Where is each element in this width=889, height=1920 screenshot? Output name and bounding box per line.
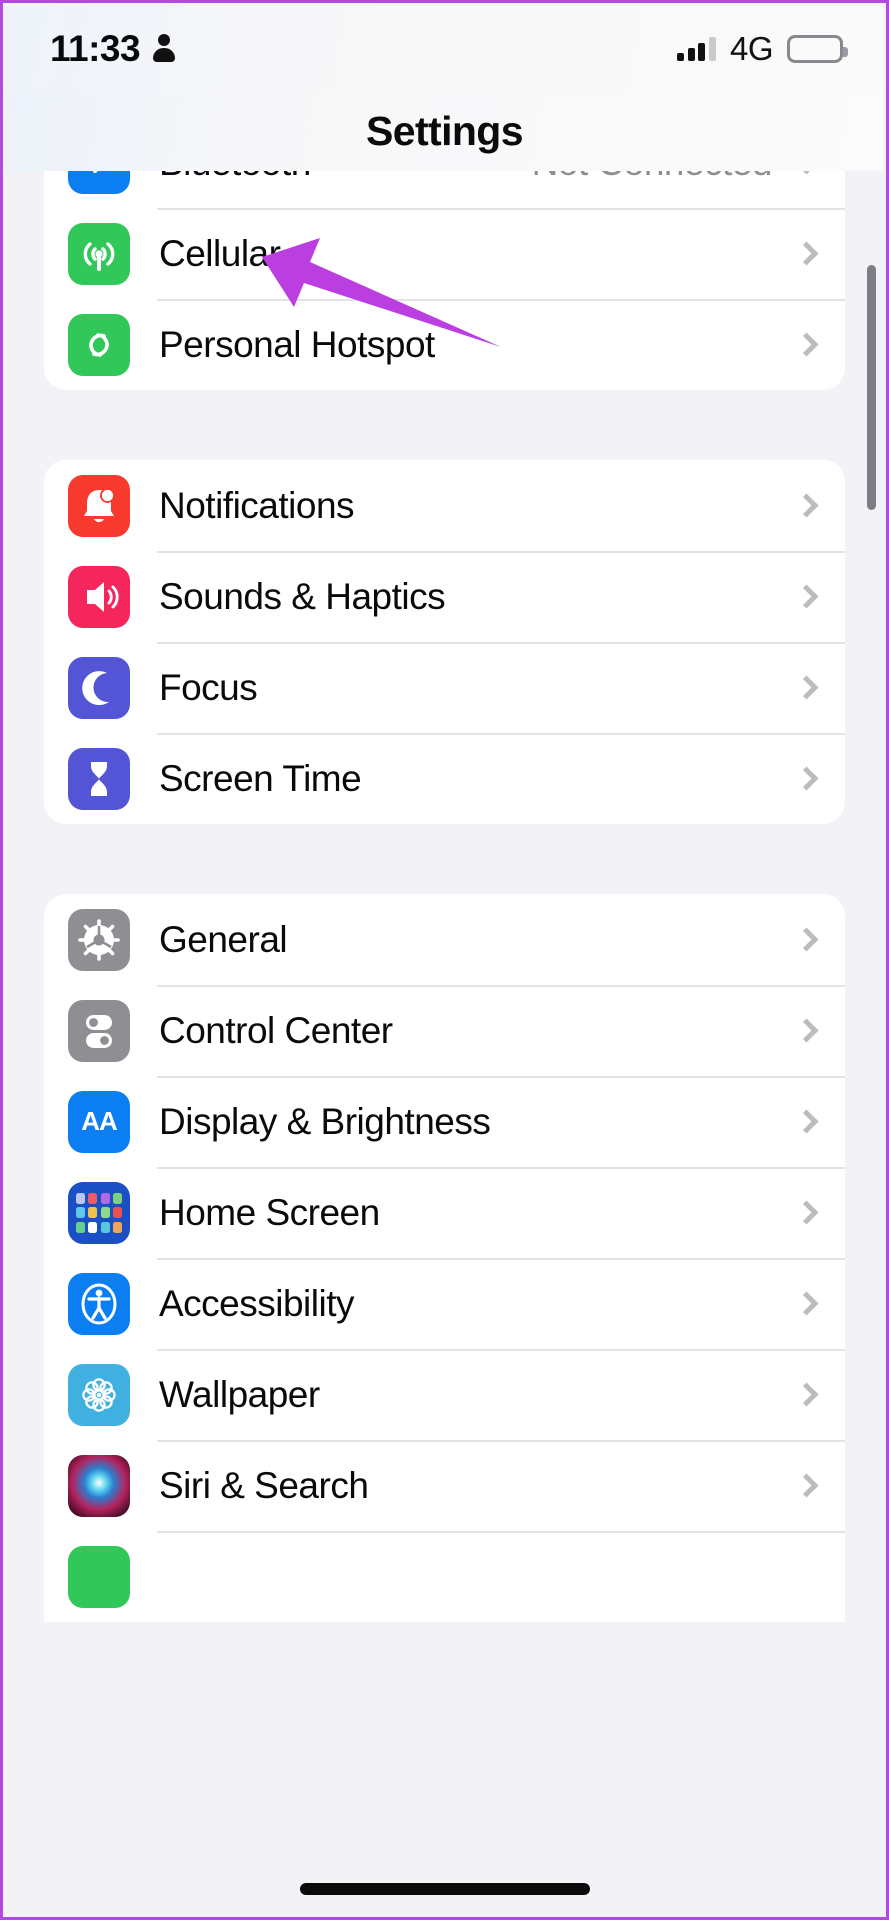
list-item[interactable]: Screen Time <box>44 733 845 824</box>
person-icon <box>153 34 175 64</box>
list-item-label: Notifications <box>159 485 772 527</box>
vertical-scrollbar[interactable] <box>867 265 876 510</box>
chevron-right-icon <box>794 332 818 356</box>
list-item-label: Cellular <box>159 233 772 275</box>
list-item[interactable]: Notifications <box>44 460 845 551</box>
list-item[interactable]: Siri & Search <box>44 1440 845 1531</box>
chevron-right-icon <box>794 1200 818 1224</box>
list-item-label: Display & Brightness <box>159 1101 772 1143</box>
signal-bars-icon <box>677 37 716 61</box>
display-aa-icon: AA <box>68 1091 130 1153</box>
list-item[interactable]: Cellular <box>44 208 845 299</box>
list-item-partial[interactable] <box>44 1531 845 1622</box>
accessibility-icon <box>68 1273 130 1335</box>
moon-icon <box>68 657 130 719</box>
status-bar-right: 4G <box>677 30 843 68</box>
home-screen-grid-icon <box>68 1182 130 1244</box>
partial-green-icon <box>68 1546 130 1608</box>
list-item-label: Home Screen <box>159 1192 772 1234</box>
speaker-icon <box>68 566 130 628</box>
chevron-right-icon <box>794 584 818 608</box>
phone-screen: 11:33 4G Settings Bluetooth Not Connec <box>0 0 889 1920</box>
chevron-right-icon <box>794 1291 818 1315</box>
siri-orb-icon <box>68 1455 130 1517</box>
list-item[interactable]: Accessibility <box>44 1258 845 1349</box>
list-item-label: Sounds & Haptics <box>159 576 772 618</box>
chevron-right-icon <box>794 241 818 265</box>
wallpaper-flower-icon <box>68 1364 130 1426</box>
control-center-toggles-icon <box>68 1000 130 1062</box>
list-item-label: General <box>159 919 772 961</box>
page-title: Settings <box>366 108 523 155</box>
home-indicator <box>300 1883 590 1895</box>
list-item-label: Focus <box>159 667 772 709</box>
navigation-bar: Settings <box>6 91 883 171</box>
list-item[interactable]: General <box>44 894 845 985</box>
list-item-label: Wallpaper <box>159 1374 772 1416</box>
list-item[interactable]: Control Center <box>44 985 845 1076</box>
status-bar-left: 11:33 <box>50 28 175 70</box>
chevron-right-icon <box>794 1109 818 1133</box>
gear-icon <box>68 909 130 971</box>
chevron-right-icon <box>794 675 818 699</box>
list-item-label: Control Center <box>159 1010 772 1052</box>
list-item-label: Siri & Search <box>159 1465 772 1507</box>
network-type-label: 4G <box>730 30 773 68</box>
chevron-right-icon <box>794 1473 818 1497</box>
settings-group-alerts: Notifications Sounds & Haptics <box>44 460 845 824</box>
list-item[interactable]: Focus <box>44 642 845 733</box>
list-item-label: Accessibility <box>159 1283 772 1325</box>
list-item-label: Personal Hotspot <box>159 324 772 366</box>
list-item-label: Screen Time <box>159 758 772 800</box>
list-item[interactable]: Wallpaper <box>44 1349 845 1440</box>
hourglass-icon <box>68 748 130 810</box>
list-item[interactable]: AA Display & Brightness <box>44 1076 845 1167</box>
status-bar: 11:33 4G <box>6 6 883 91</box>
status-bar-clock: 11:33 <box>50 28 140 70</box>
settings-group-system: General Control Center <box>44 894 845 1622</box>
chevron-right-icon <box>794 1018 818 1042</box>
chevron-right-icon <box>794 1382 818 1406</box>
cellular-icon <box>68 223 130 285</box>
chevron-right-icon <box>794 766 818 790</box>
battery-icon <box>787 35 843 63</box>
chevron-right-icon <box>794 493 818 517</box>
chevron-right-icon <box>794 927 818 951</box>
settings-scroll-area[interactable]: Bluetooth Not Connected <box>6 171 883 1914</box>
list-item[interactable]: Home Screen <box>44 1167 845 1258</box>
notifications-bell-icon <box>68 475 130 537</box>
personal-hotspot-icon <box>68 314 130 376</box>
list-item[interactable]: Sounds & Haptics <box>44 551 845 642</box>
list-item[interactable]: Personal Hotspot <box>44 299 845 390</box>
display-aa-glyph: AA <box>81 1106 117 1137</box>
